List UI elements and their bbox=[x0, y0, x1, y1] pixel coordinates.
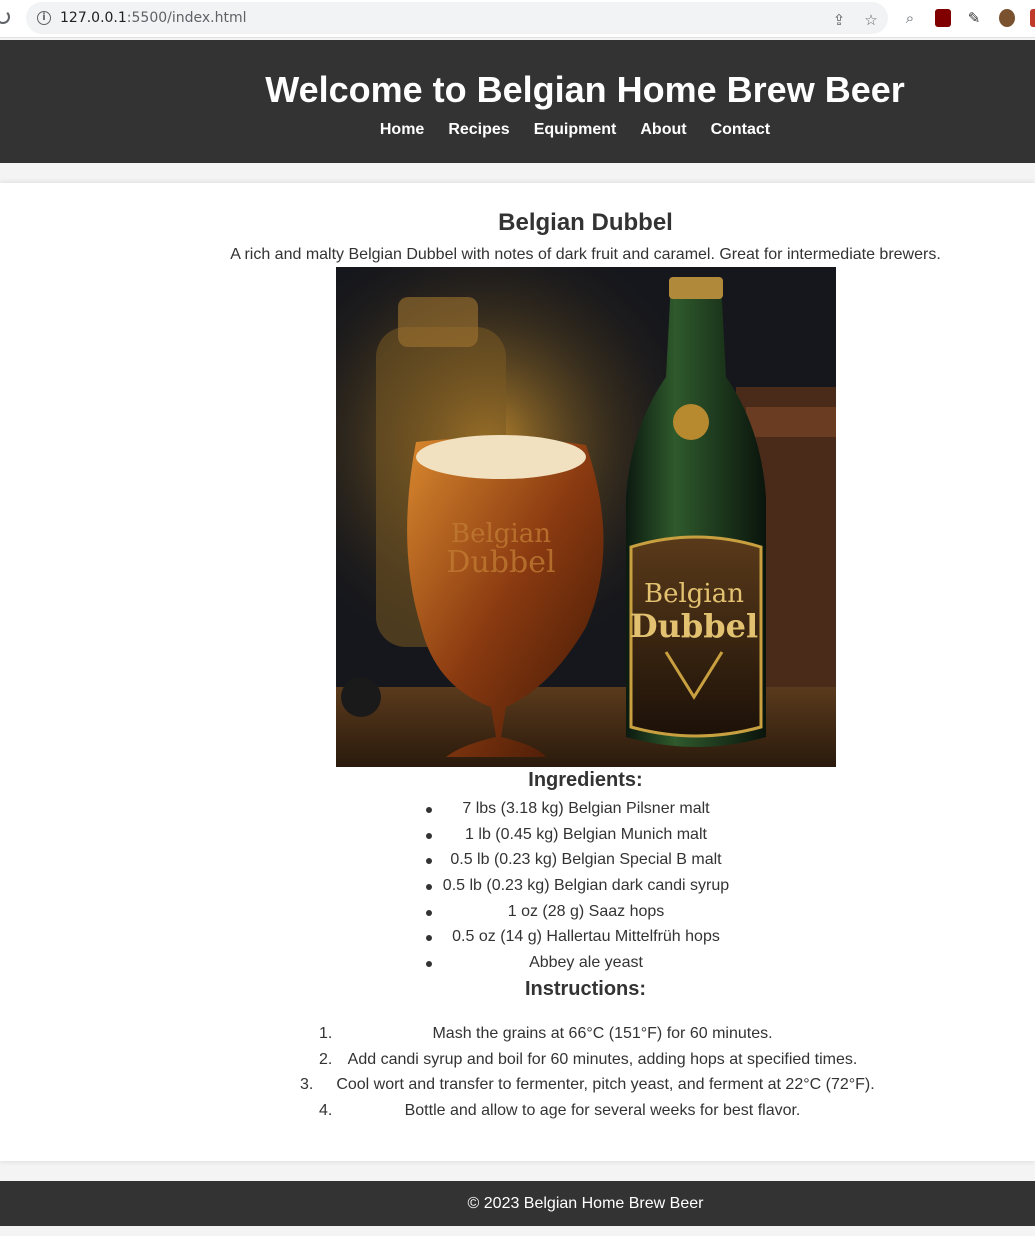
main-nav: Home Recipes Equipment About Contact bbox=[0, 121, 1035, 139]
nav-home[interactable]: Home bbox=[380, 121, 424, 139]
recipe-card: Belgian Dubbel A rich and malty Belgian … bbox=[0, 183, 1035, 1161]
instruction-number: 3. bbox=[300, 1076, 314, 1094]
extension-icon-red[interactable] bbox=[1030, 9, 1035, 27]
instruction-text: Add candi syrup and boil for 60 minutes,… bbox=[347, 1050, 858, 1068]
instruction-item: 1. Mash the grains at 66°C (151°F) for 60… bbox=[300, 1021, 875, 1047]
instruction-number: 1. bbox=[319, 1025, 333, 1042]
nav-recipes[interactable]: Recipes bbox=[448, 121, 509, 139]
nav-about[interactable]: About bbox=[640, 121, 686, 139]
site-header: Welcome to Belgian Home Brew Beer Home R… bbox=[0, 40, 1035, 163]
ingredient-item: Abbey ale yeast bbox=[418, 950, 754, 976]
ublock-extension-icon[interactable] bbox=[935, 9, 951, 27]
site-footer: © 2023 Belgian Home Brew Beer bbox=[0, 1181, 1035, 1226]
recipe-image: Belgian Dubbel Belgian Dubbel bbox=[336, 267, 836, 767]
ingredient-item: 0.5 lb (0.23 kg) Belgian dark candi syru… bbox=[418, 873, 754, 899]
recipe-title: Belgian Dubbel bbox=[498, 209, 673, 236]
site-title: Welcome to Belgian Home Brew Beer bbox=[265, 69, 905, 110]
ingredient-item: 0.5 lb (0.23 kg) Belgian Special B malt bbox=[418, 847, 754, 873]
ingredients-list: 7 lbs (3.18 kg) Belgian Pilsner malt 1 l… bbox=[418, 796, 754, 976]
bookmark-star-icon[interactable]: ☆ bbox=[861, 10, 881, 30]
instruction-text: Mash the grains at 66°C (151°F) for 60 m… bbox=[432, 1025, 773, 1042]
ingredient-item: 1 lb (0.45 kg) Belgian Munich malt bbox=[418, 822, 754, 848]
glass-label-text-2: Dubbel bbox=[446, 545, 555, 580]
nav-equipment[interactable]: Equipment bbox=[534, 121, 617, 139]
instruction-number: 4. bbox=[319, 1102, 333, 1120]
bottle-label-text: Belgian bbox=[644, 579, 744, 609]
footer-copyright: © 2023 Belgian Home Brew Beer bbox=[467, 1195, 704, 1212]
instructions-heading: Instructions: bbox=[524, 978, 647, 1000]
browser-toolbar: i 127.0.0.1:5500/index.html ⇪ ☆ ⌕ ✎ bbox=[0, 0, 1035, 38]
share-icon[interactable]: ⇪ bbox=[829, 10, 849, 30]
instruction-text: Cool wort and transfer to fermenter, pit… bbox=[336, 1076, 875, 1094]
instruction-item: 2. Add candi syrup and boil for 60 minute… bbox=[300, 1047, 875, 1073]
extension-icon[interactable]: ✎ bbox=[964, 8, 984, 28]
url-text[interactable]: 127.0.0.1:5500/index.html bbox=[60, 10, 247, 26]
nav-contact[interactable]: Contact bbox=[711, 121, 771, 139]
instruction-item: 3. Cool wort and transfer to fermenter, p… bbox=[300, 1072, 875, 1098]
address-bar[interactable]: i 127.0.0.1:5500/index.html ⇪ ☆ bbox=[26, 2, 888, 34]
belgian-dubbel-photo: Belgian Dubbel Belgian Dubbel bbox=[336, 267, 836, 767]
instruction-text: Bottle and allow to age for several week… bbox=[404, 1102, 801, 1120]
ingredient-item: 1 oz (28 g) Saaz hops bbox=[418, 899, 754, 925]
instruction-item: 4. Bottle and allow to age for several we… bbox=[300, 1098, 875, 1124]
reload-icon[interactable] bbox=[0, 10, 10, 24]
instruction-number: 2. bbox=[319, 1050, 333, 1068]
ingredient-item: 7 lbs (3.18 kg) Belgian Pilsner malt bbox=[418, 796, 754, 822]
cookie-extension-icon[interactable] bbox=[999, 9, 1015, 27]
bottle-label-text-2: Dubbel bbox=[630, 607, 758, 645]
ingredients-heading: Ingredients: bbox=[528, 769, 643, 791]
recipe-description: A rich and malty Belgian Dubbel with not… bbox=[230, 246, 941, 263]
search-icon[interactable]: ⌕ bbox=[900, 8, 920, 28]
ingredient-item: 0.5 oz (14 g) Hallertau Mittelfrüh hops bbox=[418, 924, 754, 950]
site-info-icon[interactable]: i bbox=[37, 11, 51, 25]
instructions-list: 1. Mash the grains at 66°C (151°F) for 60… bbox=[300, 1021, 875, 1124]
